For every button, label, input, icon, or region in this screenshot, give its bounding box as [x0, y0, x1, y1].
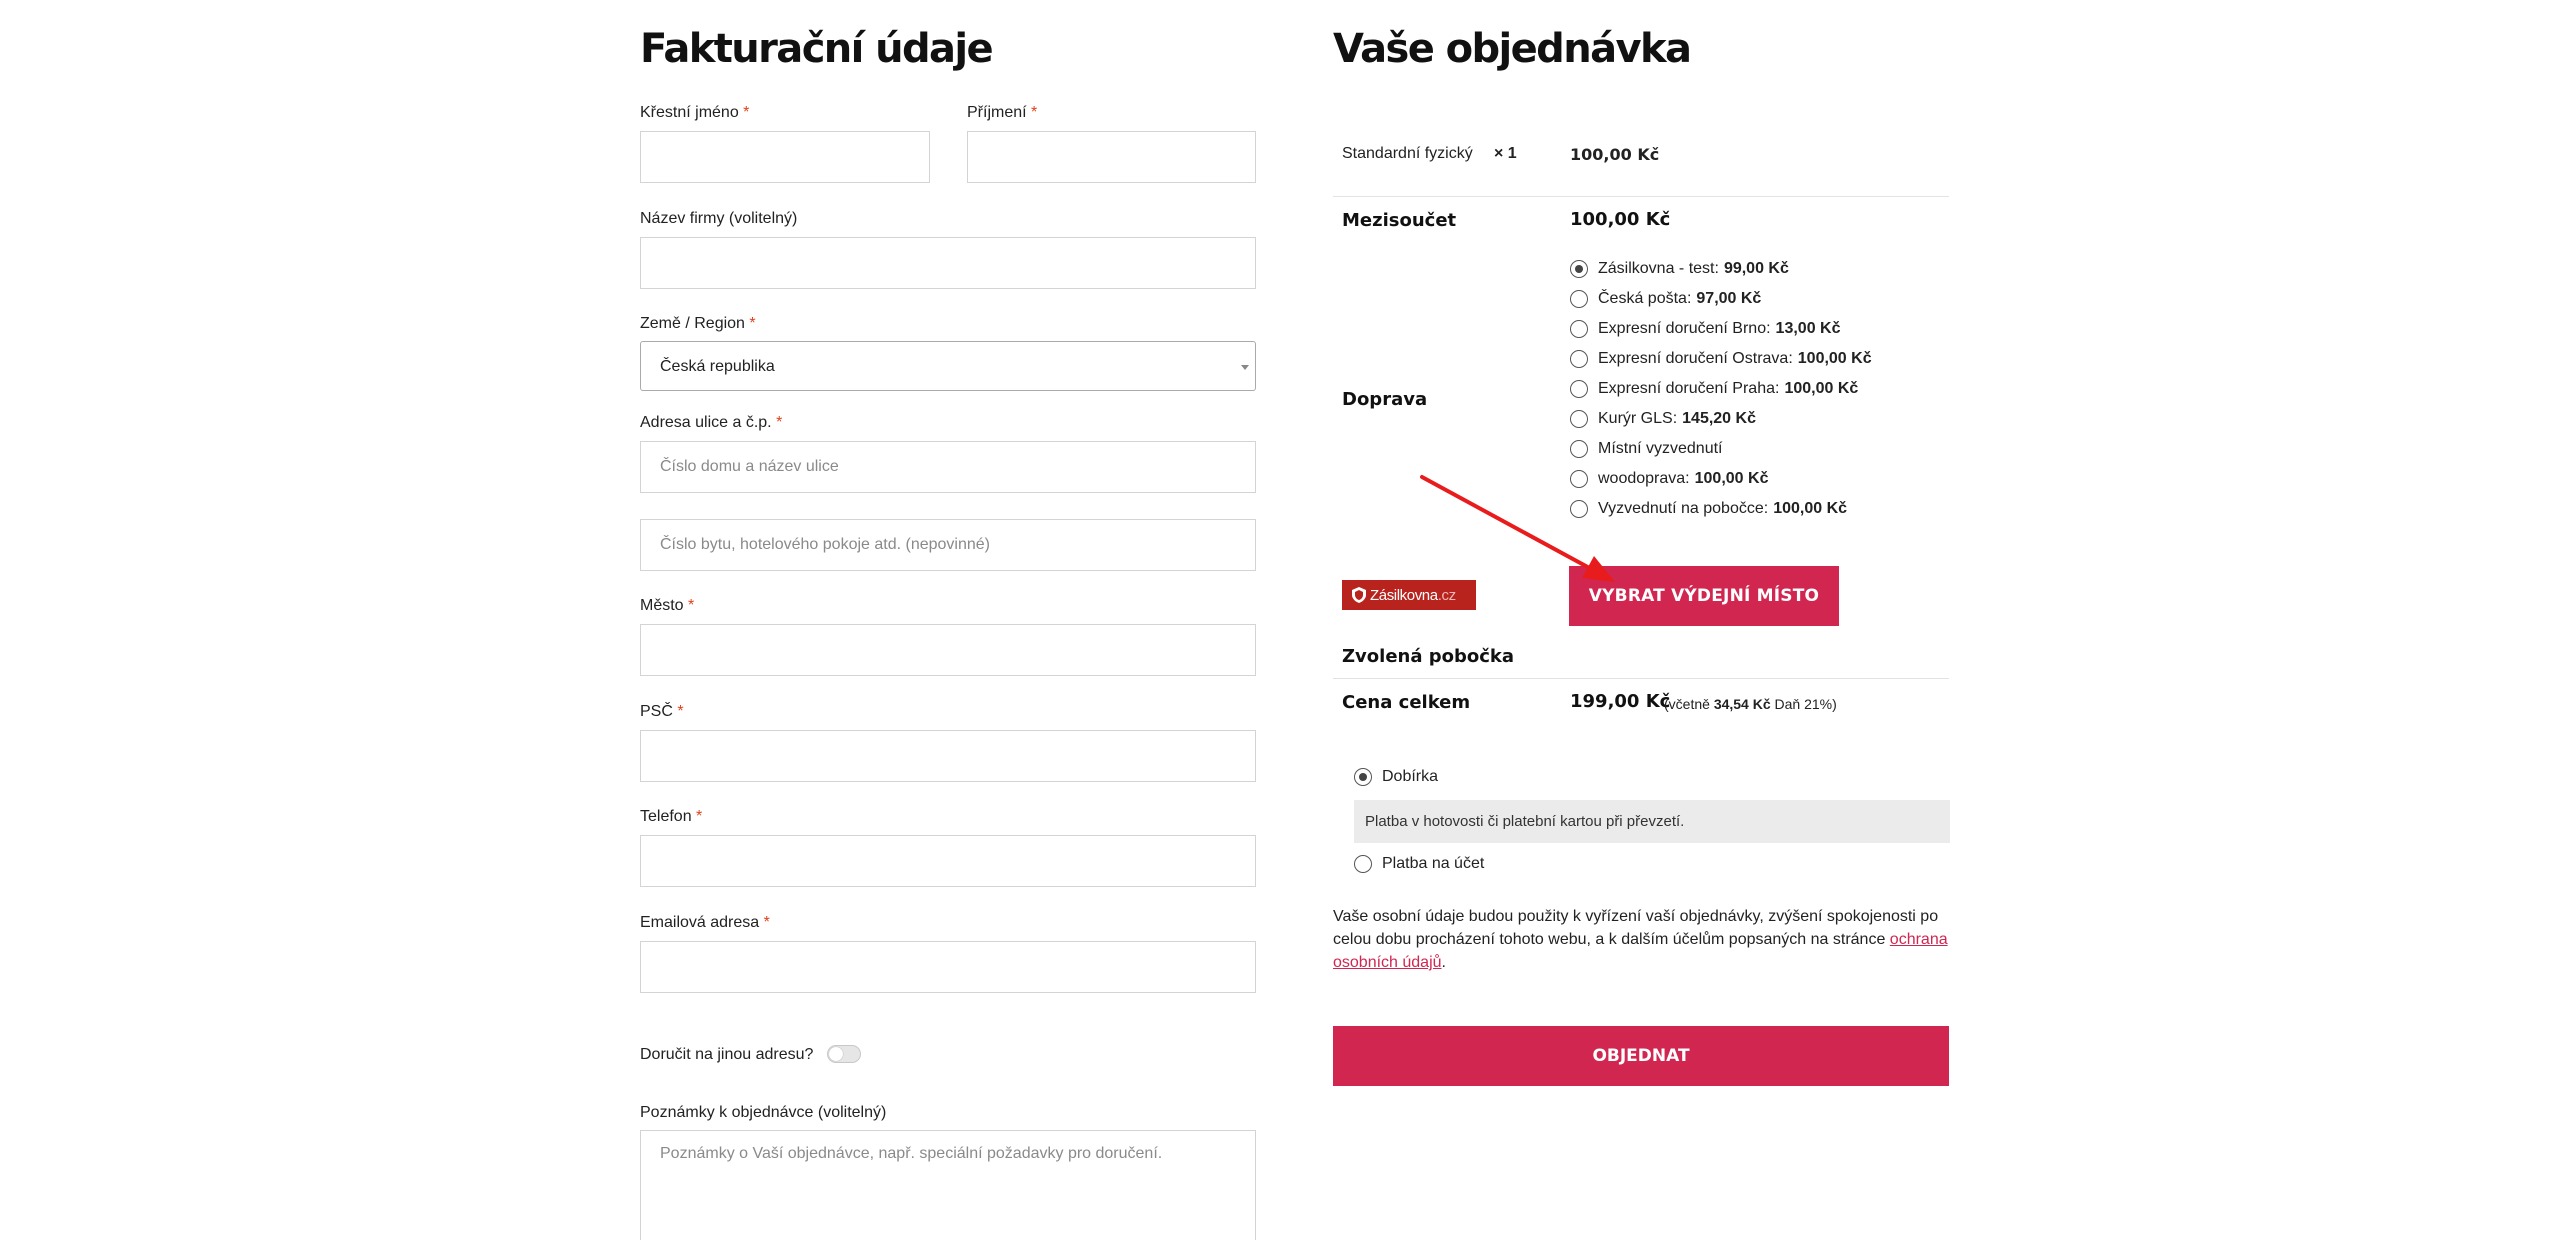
last-name-field[interactable]	[967, 131, 1256, 183]
shipping-option-express-ostrava[interactable]: Expresní doručení Ostrava: 100,00 Kč	[1570, 349, 1872, 369]
first-name-field[interactable]	[640, 131, 930, 183]
order-notes-field[interactable]	[640, 1130, 1256, 1240]
radio-button[interactable]	[1570, 380, 1588, 398]
product-qty: × 1	[1494, 145, 1517, 162]
pickup-point-label: Zvolená pobočka	[1342, 646, 1515, 667]
subtotal-label: Mezisoučet	[1342, 210, 1457, 231]
address-line1-placeholder: Číslo domu a název ulice	[660, 458, 839, 475]
company-field[interactable]	[640, 237, 1256, 289]
product-name: Standardní fyzický	[1342, 145, 1473, 162]
shipping-option-local-pickup[interactable]: Místní vyzvednutí	[1570, 439, 1723, 459]
toggle-knob	[829, 1047, 843, 1061]
email-label: Emailová adresa *	[640, 914, 770, 931]
radio-button[interactable]	[1354, 768, 1372, 786]
company-label: Název firmy (volitelný)	[640, 210, 798, 227]
ship-different-label: Doručit na jinou adresu?	[640, 1046, 814, 1063]
country-value: Česká republika	[660, 358, 775, 375]
address-line2-placeholder: Číslo bytu, hotelového pokoje atd. (nepo…	[660, 536, 990, 553]
radio-button[interactable]	[1570, 440, 1588, 458]
radio-button[interactable]	[1570, 350, 1588, 368]
country-label: Země / Region *	[640, 315, 756, 332]
first-name-label: Křestní jméno *	[640, 104, 750, 121]
radio-button[interactable]	[1570, 320, 1588, 338]
tax-note: (včetně 34,54 Kč Daň 21%)	[1664, 696, 1837, 712]
annotation-arrow-icon	[1420, 475, 1615, 582]
product-price: 100,00 Kč	[1570, 145, 1660, 164]
payment-description: Platba v hotovosti či platební kartou př…	[1354, 800, 1950, 843]
phone-label: Telefon *	[640, 808, 703, 825]
radio-button[interactable]	[1570, 290, 1588, 308]
shipping-option-ceska-posta[interactable]: Česká pošta: 97,00 Kč	[1570, 289, 1761, 309]
zip-label: PSČ *	[640, 703, 684, 720]
address-line2-field[interactable]: Číslo bytu, hotelového pokoje atd. (nepo…	[640, 519, 1256, 571]
address-label: Adresa ulice a č.p. *	[640, 414, 783, 431]
subtotal-value: 100,00 Kč	[1570, 209, 1671, 230]
phone-field[interactable]	[640, 835, 1256, 887]
shipping-option-zasilkovna[interactable]: Zásilkovna - test: 99,00 Kč	[1570, 259, 1789, 279]
radio-button[interactable]	[1354, 855, 1372, 873]
ship-different-toggle[interactable]	[827, 1045, 861, 1063]
zip-field[interactable]	[640, 730, 1256, 782]
divider	[1333, 196, 1949, 197]
radio-button[interactable]	[1570, 260, 1588, 278]
shipping-option-express-praha[interactable]: Expresní doručení Praha: 100,00 Kč	[1570, 379, 1858, 399]
payment-option-cod[interactable]: Dobírka	[1354, 767, 1438, 787]
privacy-notice: Vaše osobní údaje budou použity k vyříze…	[1333, 908, 1948, 971]
email-field[interactable]	[640, 941, 1256, 993]
dropdown-arrow-icon	[1241, 365, 1249, 370]
billing-heading: Fakturační údaje	[640, 26, 994, 72]
zasilkovna-shield-icon	[1352, 587, 1366, 603]
total-label: Cena celkem	[1342, 692, 1471, 713]
order-heading: Vaše objednávka	[1333, 26, 1692, 72]
shipping-option-express-brno[interactable]: Expresní doručení Brno: 13,00 Kč	[1570, 319, 1840, 339]
shipping-label: Doprava	[1342, 389, 1428, 410]
divider	[1333, 678, 1949, 679]
city-label: Město *	[640, 597, 695, 614]
last-name-label: Příjmení *	[967, 104, 1038, 121]
payment-option-bank-transfer[interactable]: Platba na účet	[1354, 854, 1484, 874]
country-select[interactable]: Česká republika	[640, 341, 1256, 391]
city-field[interactable]	[640, 624, 1256, 676]
total-value: 199,00 Kč	[1570, 691, 1671, 712]
radio-button[interactable]	[1570, 410, 1588, 428]
address-line1-field[interactable]: Číslo domu a název ulice	[640, 441, 1256, 493]
place-order-button[interactable]: OBJEDNAT	[1333, 1026, 1949, 1086]
notes-label: Poznámky k objednávce (volitelný)	[640, 1104, 887, 1121]
shipping-option-gls[interactable]: Kurýr GLS: 145,20 Kč	[1570, 409, 1756, 429]
